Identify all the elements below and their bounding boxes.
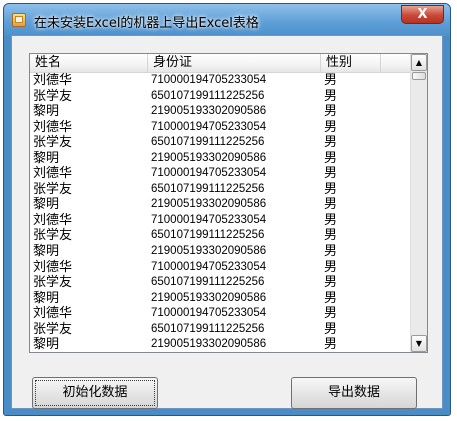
- cell-name: 刘德华: [33, 73, 73, 88]
- table-row[interactable]: 张学友 650107199111225256 男: [30, 135, 410, 151]
- scroll-thumb[interactable]: [412, 72, 426, 80]
- cell-gender: 男: [324, 337, 338, 352]
- table-row[interactable]: 黎明 219005193302090586 男: [30, 291, 410, 307]
- cell-id-number: 219005193302090586: [151, 151, 267, 164]
- cell-name: 刘德华: [33, 119, 73, 135]
- init-data-button[interactable]: 初始化数据: [32, 377, 158, 409]
- cell-gender: 男: [324, 290, 338, 306]
- table-row[interactable]: 黎明 219005193302090586 男: [30, 337, 410, 352]
- cell-id-number: 650107199111225256: [151, 136, 265, 149]
- table-row[interactable]: 刘德华 710000194705233054 男: [30, 260, 410, 276]
- cell-id-number: 650107199111225256: [151, 182, 265, 195]
- cell-gender: 男: [324, 73, 338, 88]
- column-header-id[interactable]: 身份证: [148, 54, 321, 72]
- cell-id-number: 219005193302090586: [151, 291, 267, 304]
- cell-gender: 男: [324, 275, 338, 291]
- cell-name: 黎明: [33, 104, 60, 120]
- table-row[interactable]: 张学友 650107199111225256 男: [30, 182, 410, 198]
- cell-name: 黎明: [33, 244, 60, 260]
- cell-id-number: 219005193302090586: [151, 105, 267, 118]
- table-row[interactable]: 刘德华 710000194705233054 男: [30, 166, 410, 182]
- cell-id-number: 650107199111225256: [151, 89, 265, 102]
- cell-gender: 男: [324, 88, 338, 104]
- cell-name: 刘德华: [33, 166, 73, 182]
- cell-id-number: 219005193302090586: [151, 245, 267, 258]
- cell-gender: 男: [324, 166, 338, 182]
- cell-name: 张学友: [33, 228, 73, 244]
- vertical-scrollbar[interactable]: ▲ ▼: [410, 54, 427, 352]
- scroll-down-button[interactable]: ▼: [411, 335, 427, 352]
- cell-name: 刘德华: [33, 259, 73, 275]
- cell-id-number: 710000194705233054: [151, 307, 267, 320]
- cell-name: 黎明: [33, 337, 60, 352]
- data-list-view[interactable]: 姓名 身份证 性别 刘德华 710000194705233054 男张学友 65010…: [29, 53, 428, 353]
- client-area: 姓名 身份证 性别 刘德华 710000194705233054 男张学友 65010…: [11, 35, 443, 409]
- cell-name: 刘德华: [33, 306, 73, 322]
- cell-name: 黎明: [33, 290, 60, 306]
- table-row[interactable]: 张学友 650107199111225256 男: [30, 322, 410, 338]
- cell-id-number: 710000194705233054: [151, 167, 267, 180]
- column-header-gender[interactable]: 性别: [321, 54, 381, 72]
- table-row[interactable]: 张学友 650107199111225256 男: [30, 275, 410, 291]
- table-row[interactable]: 刘德华 710000194705233054 男: [30, 73, 410, 89]
- app-window: 在未安装Excel的机器上导出Excel表格 X 姓名 身份证 性别 刘德华 71…: [3, 3, 451, 416]
- cell-id-number: 219005193302090586: [151, 198, 267, 211]
- title-bar[interactable]: 在未安装Excel的机器上导出Excel表格 X: [4, 4, 450, 36]
- table-row[interactable]: 张学友 650107199111225256 男: [30, 228, 410, 244]
- cell-id-number: 710000194705233054: [151, 260, 267, 273]
- cell-name: 张学友: [33, 88, 73, 104]
- cell-gender: 男: [324, 197, 338, 213]
- table-row[interactable]: 张学友 650107199111225256 男: [30, 89, 410, 105]
- cell-name: 张学友: [33, 135, 73, 151]
- cell-gender: 男: [324, 306, 338, 322]
- close-button[interactable]: X: [401, 5, 444, 24]
- cell-gender: 男: [324, 212, 338, 228]
- cell-id-number: 710000194705233054: [151, 74, 267, 86]
- cell-gender: 男: [324, 321, 338, 337]
- app-icon: [12, 13, 26, 27]
- window-title: 在未安装Excel的机器上导出Excel表格: [34, 16, 259, 31]
- cell-gender: 男: [324, 259, 338, 275]
- cell-id-number: 650107199111225256: [151, 322, 265, 335]
- cell-name: 黎明: [33, 150, 60, 166]
- cell-gender: 男: [324, 135, 338, 151]
- cell-gender: 男: [324, 181, 338, 197]
- table-row[interactable]: 刘德华 710000194705233054 男: [30, 213, 410, 229]
- table-row[interactable]: 黎明 219005193302090586 男: [30, 104, 410, 120]
- cell-gender: 男: [324, 150, 338, 166]
- list-rows: 刘德华 710000194705233054 男张学友 650107199111225…: [30, 73, 410, 352]
- cell-id-number: 710000194705233054: [151, 120, 267, 133]
- column-header-name[interactable]: 姓名: [30, 54, 148, 72]
- table-row[interactable]: 刘德华 710000194705233054 男: [30, 120, 410, 136]
- cell-id-number: 219005193302090586: [151, 338, 267, 351]
- cell-gender: 男: [324, 244, 338, 260]
- table-row[interactable]: 黎明 219005193302090586 男: [30, 244, 410, 260]
- table-row[interactable]: 黎明 219005193302090586 男: [30, 151, 410, 167]
- table-row[interactable]: 黎明 219005193302090586 男: [30, 197, 410, 213]
- cell-id-number: 650107199111225256: [151, 229, 265, 242]
- cell-name: 张学友: [33, 321, 73, 337]
- cell-gender: 男: [324, 104, 338, 120]
- cell-name: 张学友: [33, 275, 73, 291]
- scroll-up-button[interactable]: ▲: [411, 54, 427, 71]
- cell-id-number: 710000194705233054: [151, 213, 267, 226]
- cell-name: 刘德华: [33, 212, 73, 228]
- cell-id-number: 650107199111225256: [151, 276, 265, 289]
- list-header: 姓名 身份证 性别: [30, 54, 410, 73]
- cell-gender: 男: [324, 119, 338, 135]
- cell-name: 张学友: [33, 181, 73, 197]
- export-data-button[interactable]: 导出数据: [291, 377, 417, 409]
- cell-gender: 男: [324, 228, 338, 244]
- table-row[interactable]: 刘德华 710000194705233054 男: [30, 306, 410, 322]
- cell-name: 黎明: [33, 197, 60, 213]
